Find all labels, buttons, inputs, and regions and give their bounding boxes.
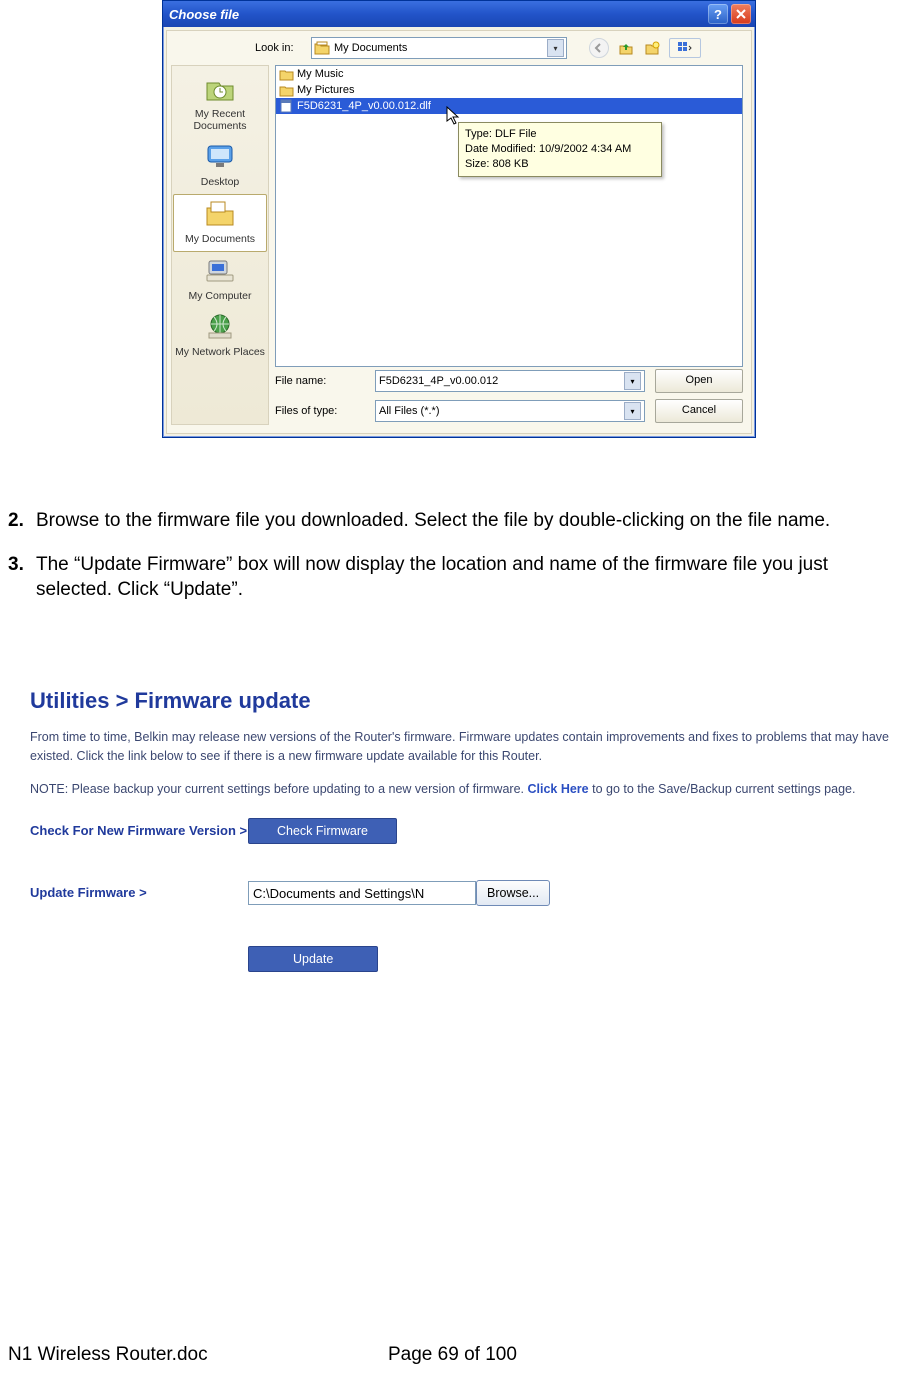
fw-note-prefix: NOTE: Please backup your current setting…	[30, 782, 527, 796]
file-name: My Music	[297, 68, 343, 80]
footer-doc-name: N1 Wireless Router.doc	[8, 1344, 388, 1366]
fw-paragraph-2: NOTE: Please backup your current setting…	[30, 780, 900, 799]
back-icon[interactable]	[589, 38, 609, 58]
place-network[interactable]: My Network Places	[174, 308, 266, 364]
step-text: The “Update Firmware” box will now displ…	[36, 552, 891, 603]
look-in-dropdown[interactable]: My Documents ▾	[311, 37, 567, 59]
place-mydocuments[interactable]: My Documents	[173, 194, 267, 252]
instruction-list: 2. Browse to the firmware file you downl…	[8, 508, 891, 621]
chevron-down-icon[interactable]: ▾	[547, 39, 564, 57]
file-type-value: All Files (*.*)	[379, 405, 440, 417]
file-icon	[279, 99, 294, 113]
file-list[interactable]: My Music My Pictures F5D6231_4P_v0.00.01…	[275, 65, 743, 367]
place-mycomputer[interactable]: My Computer	[174, 252, 266, 308]
file-name-value: F5D6231_4P_v0.00.012	[379, 375, 498, 387]
folder-icon	[279, 83, 294, 97]
list-item[interactable]: My Music	[276, 66, 742, 82]
open-button[interactable]: Open	[655, 369, 743, 393]
step-2: 2. Browse to the firmware file you downl…	[8, 508, 891, 534]
file-name-label: File name:	[275, 375, 365, 387]
page-footer: N1 Wireless Router.doc Page 69 of 100	[8, 1344, 897, 1366]
update-firmware-label: Update Firmware >	[30, 885, 248, 902]
place-label: My Computer	[174, 290, 266, 302]
tooltip-line: Date Modified: 10/9/2002 4:34 AM	[465, 142, 655, 157]
folder-icon	[279, 67, 294, 81]
click-here-link[interactable]: Click Here	[527, 782, 588, 796]
file-type-label: Files of type:	[275, 405, 365, 417]
footer-page-number: Page 69 of 100	[388, 1344, 517, 1366]
place-label: Desktop	[174, 176, 266, 188]
file-name: My Pictures	[297, 84, 354, 96]
look-in-value: My Documents	[334, 42, 407, 54]
views-icon[interactable]	[669, 38, 701, 58]
fw-paragraph-1: From time to time, Belkin may release ne…	[30, 728, 900, 766]
firmware-path-value: C:\Documents and Settings\N	[253, 886, 424, 901]
fw-title: Utilities > Firmware update	[30, 688, 900, 714]
place-label: My Documents	[174, 233, 266, 245]
file-name: F5D6231_4P_v0.00.012.dlf	[297, 100, 431, 112]
step-number: 2.	[8, 508, 36, 534]
file-tooltip: Type: DLF File Date Modified: 10/9/2002 …	[458, 122, 662, 177]
place-desktop[interactable]: Desktop	[174, 138, 266, 194]
dialog-titlebar[interactable]: Choose file ?	[163, 1, 755, 27]
place-recent[interactable]: My Recent Documents	[174, 70, 266, 138]
step-number: 3.	[8, 552, 36, 603]
check-firmware-label: Check For New Firmware Version >	[30, 823, 248, 840]
cancel-button[interactable]: Cancel	[655, 399, 743, 423]
firmware-update-panel: Utilities > Firmware update From time to…	[30, 688, 900, 992]
help-button[interactable]: ?	[708, 4, 728, 24]
choose-file-dialog: Choose file ? Look in: My Documents ▾	[162, 0, 756, 438]
look-in-label: Look in:	[255, 42, 305, 54]
chevron-down-icon[interactable]: ▾	[624, 372, 641, 390]
tooltip-line: Type: DLF File	[465, 127, 655, 142]
chevron-down-icon[interactable]: ▾	[624, 402, 641, 420]
list-item[interactable]: My Pictures	[276, 82, 742, 98]
step-text: Browse to the firmware file you download…	[36, 508, 891, 534]
dialog-title: Choose file	[169, 7, 705, 22]
up-folder-icon[interactable]	[617, 39, 635, 57]
place-label: My Recent Documents	[174, 108, 266, 132]
firmware-path-input[interactable]: C:\Documents and Settings\N	[248, 881, 476, 905]
close-button[interactable]	[731, 4, 751, 24]
new-folder-icon[interactable]	[643, 39, 661, 57]
places-bar: My Recent Documents Desktop My Documents…	[171, 65, 269, 425]
place-label: My Network Places	[174, 346, 266, 358]
update-button[interactable]: Update	[248, 946, 378, 972]
check-firmware-button[interactable]: Check Firmware	[248, 818, 397, 844]
folder-icon	[314, 41, 330, 55]
browse-button[interactable]: Browse...	[476, 880, 550, 906]
list-item-selected[interactable]: F5D6231_4P_v0.00.012.dlf	[276, 98, 742, 114]
tooltip-line: Size: 808 KB	[465, 157, 655, 172]
file-type-dropdown[interactable]: All Files (*.*) ▾	[375, 400, 645, 422]
step-3: 3. The “Update Firmware” box will now di…	[8, 552, 891, 603]
file-name-input[interactable]: F5D6231_4P_v0.00.012 ▾	[375, 370, 645, 392]
fw-note-suffix: to go to the Save/Backup current setting…	[589, 782, 856, 796]
